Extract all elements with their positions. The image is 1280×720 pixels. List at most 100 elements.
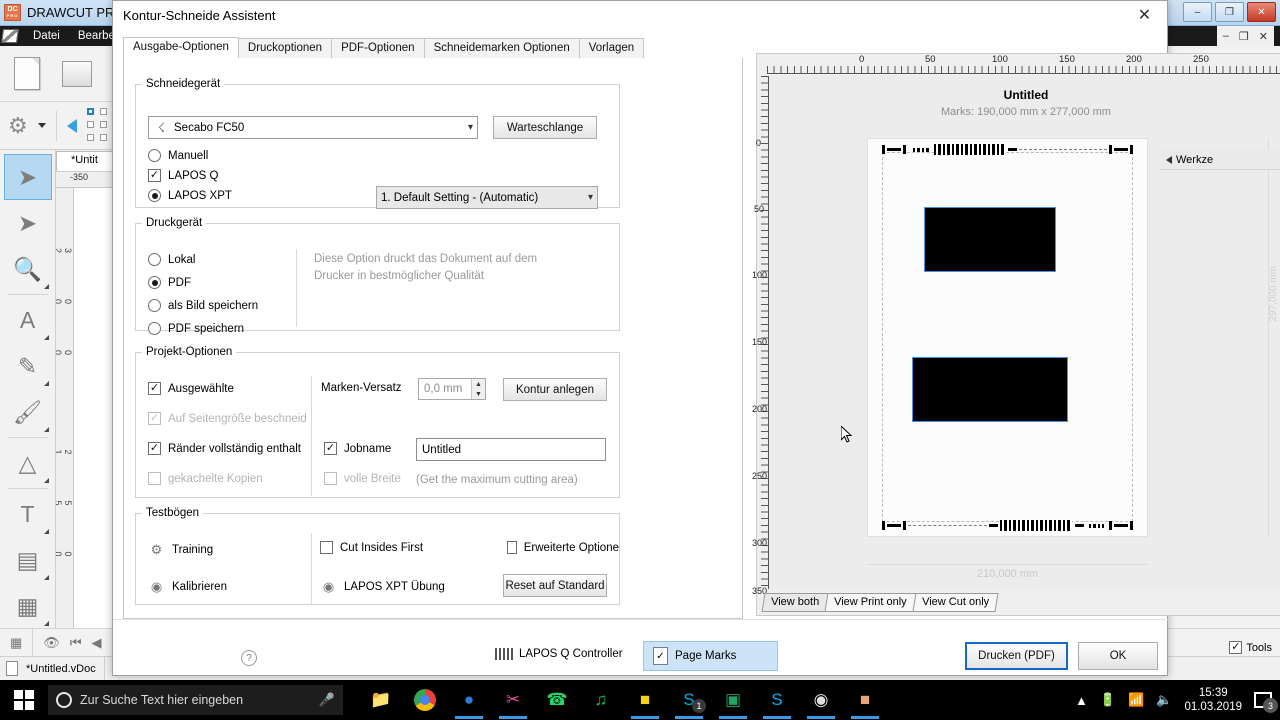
option-jobname[interactable]: ✓ Jobname [324,442,391,455]
taskbar-notes-icon[interactable]: ■ [625,681,665,719]
tab-ausgabe-optionen[interactable]: Ausgabe-Optionen [123,37,239,59]
page-marks-button[interactable]: ✓ Page Marks [643,641,778,671]
tool-zoom-icon[interactable]: 🔍 [4,246,52,292]
pdf-radio[interactable] [148,276,161,289]
ok-button[interactable]: OK [1078,642,1158,670]
warteschlange-button[interactable]: Warteschlange [493,116,597,139]
option-manuell[interactable]: Manuell [148,149,208,162]
tab-view-print-only[interactable]: View Print only [824,593,917,612]
tool-boolean-icon[interactable]: ▤ [4,537,52,583]
start-button[interactable] [0,680,48,720]
option-erweiterte-optionen[interactable]: Erweiterte Optione [507,541,619,554]
taskbar-spotify-icon[interactable]: ♫ [581,681,621,719]
option-als-bild-speichern[interactable]: als Bild speichern [148,299,258,312]
kalibrieren-item[interactable]: ◉ Kalibrieren [148,578,227,595]
wifi-icon[interactable]: 📶 [1128,692,1144,708]
tab-druckoptionen[interactable]: Druckoptionen [237,38,333,59]
tab-view-both[interactable]: View both [761,593,829,612]
mesh-tool-icon[interactable]: ▦ [10,635,22,651]
tools-toggle[interactable]: ✓ Tools [1229,641,1272,654]
lapos-q-controller-item[interactable]: LAPOS Q Controller [495,648,623,660]
minimize-button[interactable]: – [1183,2,1212,22]
open-folder-icon[interactable] [60,54,94,94]
option-ausgewaehlte[interactable]: ✓ Ausgewählte [148,382,234,395]
tool-shapes-icon[interactable]: △ [4,440,52,486]
spinner-arrows[interactable]: ▲ ▼ [471,379,485,399]
training-item[interactable]: ⚙ Training [148,541,213,558]
cutting-device-combo[interactable]: ☇ Secabo FC50 ▾ [148,116,478,139]
taskbar-skype-icon[interactable]: S 1 [669,681,709,719]
artwork-rectangle-top[interactable] [924,207,1056,272]
cut-insides-first-checkbox[interactable] [320,541,333,554]
spinner-up-icon[interactable]: ▲ [472,379,485,389]
tool-type-icon[interactable]: T [4,491,52,537]
settings-gear-icon[interactable]: ⚙ [8,113,28,139]
tab-schneidemarken-optionen[interactable]: Schneidemarken Optionen [423,38,580,59]
tool-text-a-icon[interactable]: A [4,297,52,343]
pdf-speichern-radio[interactable] [148,322,161,335]
marken-versatz-input[interactable]: 0,0 mm ▲ ▼ [418,378,486,400]
jobname-input[interactable]: Untitled [416,438,606,461]
option-pdf-speichern[interactable]: PDF speichern [148,322,244,335]
taskbar-file-explorer-icon[interactable]: 📁 [361,681,401,719]
tool-node-edit-icon[interactable]: ➤ [4,200,52,246]
option-raender-vollstaendig[interactable]: ✓ Ränder vollständig enthalt [148,442,313,455]
maximize-button[interactable]: ❐ [1215,2,1244,22]
ausgewaehlte-checkbox[interactable]: ✓ [148,382,161,395]
taskbar-edge-icon[interactable]: ● [449,681,489,719]
tool-mesh-icon[interactable]: ▦ [4,583,52,629]
menu-item-datei[interactable]: Datei [24,30,69,42]
taskbar-search-input[interactable]: Zur Suche Text hier eingeben 🎤 [48,685,343,715]
eye-visibility-icon[interactable]: 👁 [43,635,60,651]
drucken-pdf-button[interactable]: Drucken (PDF) [965,642,1068,670]
manuell-radio[interactable] [148,149,161,162]
battery-icon[interactable]: 🔋 [1100,692,1116,708]
als-bild-speichern-radio[interactable] [148,299,161,312]
notification-center-button[interactable]: 3 [1254,692,1278,713]
prev-page-icon[interactable]: ◀ [92,635,102,651]
collapse-arrow-icon[interactable] [1166,155,1172,164]
tool-brush-icon[interactable]: 🖌 [4,389,52,435]
tray-expand-icon[interactable]: ▲ [1075,693,1088,708]
jobname-checkbox[interactable]: ✓ [324,442,337,455]
option-lokal[interactable]: Lokal [148,253,196,266]
doc-restore-button[interactable]: ❐ [1239,30,1249,43]
lapos-setting-combo[interactable]: 1. Default Setting - (Automatic) ▾ [376,186,598,209]
reset-auf-standard-button[interactable]: Reset auf Standard [503,574,607,597]
microphone-icon[interactable]: 🎤 [319,692,335,708]
spinner-down-icon[interactable]: ▼ [472,389,485,399]
taskbar-paint-icon[interactable]: ✂ [493,681,533,719]
tool-select-icon[interactable]: ➤ [3,154,52,200]
lapos-xpt-radio[interactable] [148,189,161,202]
tools-checkbox[interactable]: ✓ [1229,641,1243,654]
doc-minimize-button[interactable]: – [1223,30,1229,42]
tool-pencil-icon[interactable]: ✎ [4,343,52,389]
chevron-down-icon[interactable] [37,123,46,128]
raender-vollstaendig-checkbox[interactable]: ✓ [148,442,161,455]
previous-arrow-icon[interactable] [66,118,77,133]
taskbar-skype-business-icon[interactable]: S [757,681,797,719]
option-lapos-xpt[interactable]: LAPOS XPT [148,189,232,202]
taskbar-obs-icon[interactable]: ◉ [801,681,841,719]
taskbar-whatsapp-icon[interactable]: ☎ [537,681,577,719]
taskbar-excel-icon[interactable]: ▣ [713,681,753,719]
taskbar-drawcut-icon[interactable]: ■ [845,681,885,719]
close-button[interactable]: ✕ [1247,2,1276,22]
doc-close-button[interactable]: ✕ [1259,30,1268,43]
lokal-radio[interactable] [148,253,161,266]
lapos-practice-item[interactable]: ◉ LAPOS XPT Übung [320,578,445,595]
taskbar-chrome-icon[interactable] [405,681,445,719]
lapos-q-checkbox[interactable]: ✓ [148,169,161,182]
artwork-rectangle-bottom[interactable] [912,357,1068,422]
dialog-close-icon[interactable]: ✕ [1122,1,1167,29]
option-cut-insides-first[interactable]: Cut Insides First [320,541,423,554]
tab-view-cut-only[interactable]: View Cut only [912,593,999,612]
option-lapos-q[interactable]: ✓ LAPOS Q [148,169,219,182]
tab-vorlagen[interactable]: Vorlagen [578,38,645,59]
erweiterte-optionen-checkbox[interactable] [507,541,517,554]
tab-pdf-optionen[interactable]: PDF-Optionen [331,38,425,59]
new-document-icon[interactable] [10,54,44,94]
first-page-icon[interactable]: ⏮ [70,635,82,651]
taskbar-clock[interactable]: 15:39 01.03.2019 [1184,686,1242,714]
option-pdf[interactable]: PDF [148,276,191,289]
